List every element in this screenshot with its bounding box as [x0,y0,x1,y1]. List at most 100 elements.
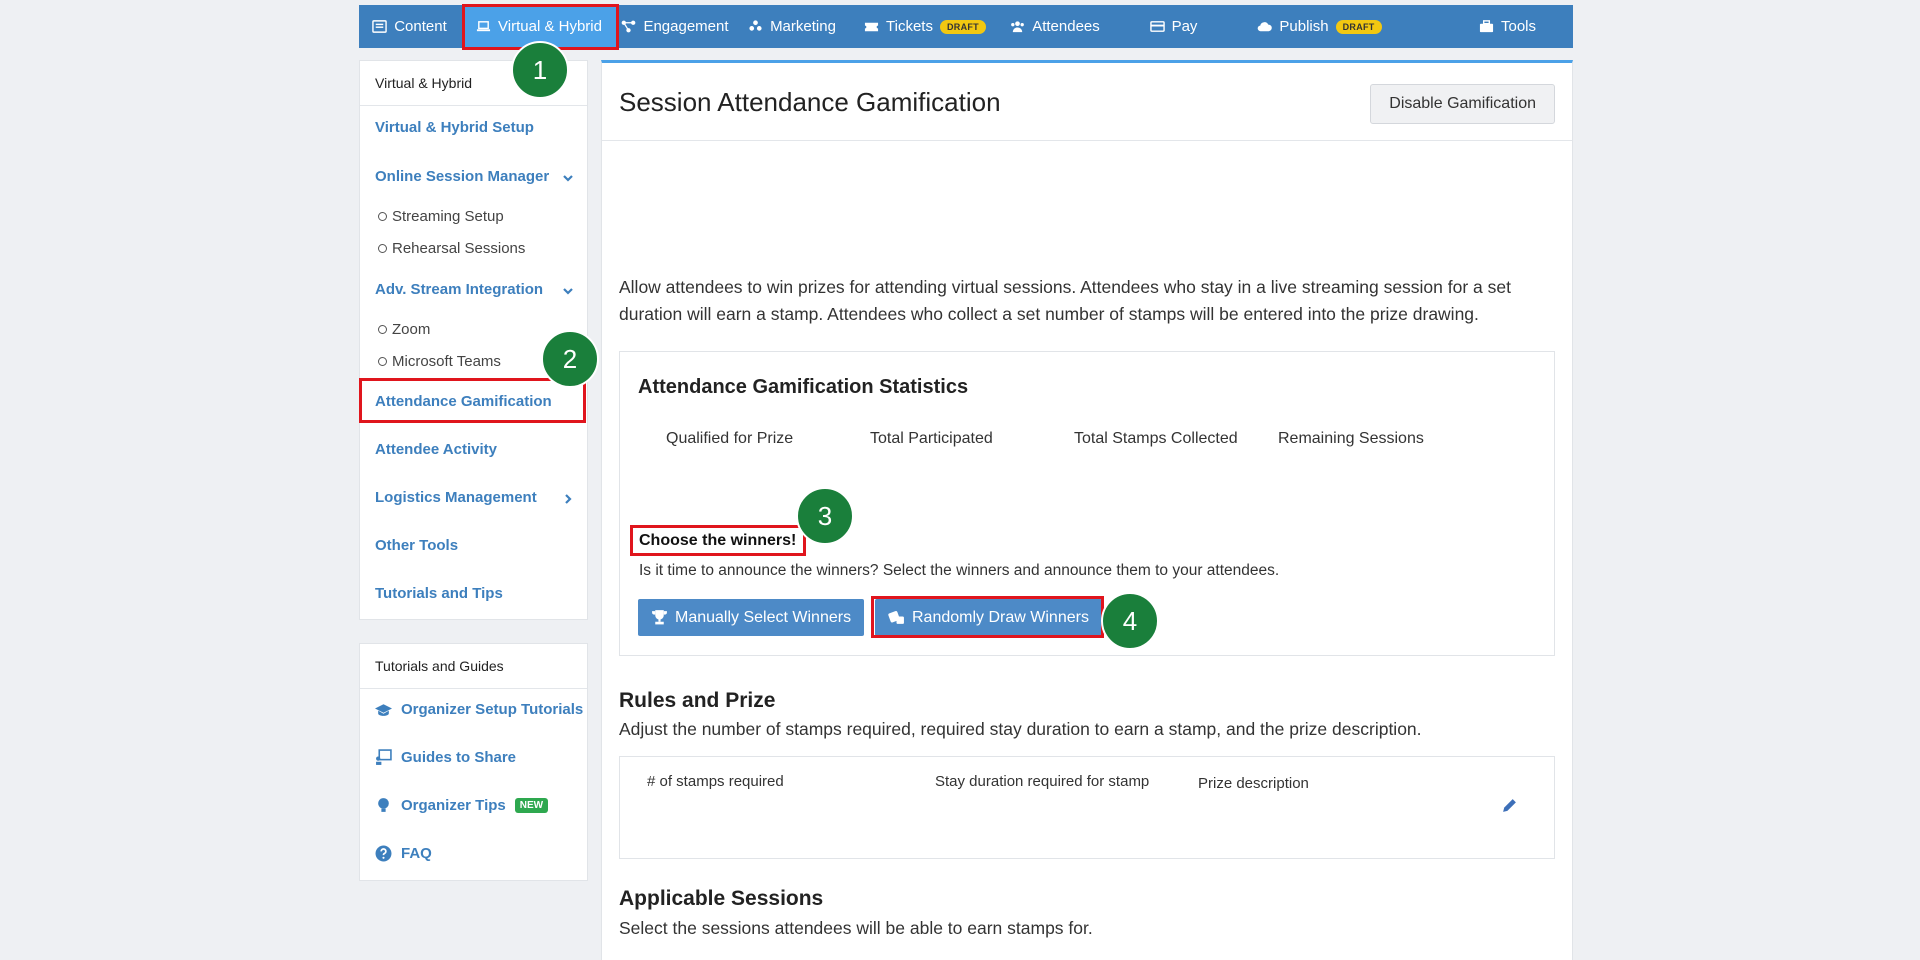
rules-col-prize: Prize description [1198,775,1309,792]
guides-panel: Tutorials and Guides Organizer Setup Tut… [359,643,588,881]
sidebar-item-tutorials-tips[interactable]: Tutorials and Tips [375,585,503,602]
sidebar-item-label: Microsoft Teams [392,353,501,370]
stat-stamps: Total Stamps Collected [1074,430,1238,447]
circle-icon [378,357,387,366]
circle-icon [378,244,387,253]
manually-select-winners-button[interactable]: Manually Select Winners [638,599,865,636]
sessions-desc: Select the sessions attendees will be ab… [619,918,1093,938]
newspaper-icon [372,20,387,33]
nav-label: Pay [1171,18,1198,35]
disable-gamification-button[interactable]: Disable Gamification [1370,84,1555,124]
nav-label: Tickets [886,18,933,35]
people-icon [749,20,762,31]
sidebar-item-streaming-setup[interactable]: Streaming Setup [378,208,504,225]
cloud-upload-icon [1258,22,1273,32]
sidebar-item-label: Rehearsal Sessions [392,240,526,257]
sidebar-item-logistics-management[interactable]: Logistics Management [375,489,580,506]
toolbox-icon [1479,20,1494,33]
nav-label: Engagement [643,18,729,35]
guide-label: Organizer Setup Tutorials [401,701,584,718]
choose-winners-title: Choose the winners! [639,532,797,549]
stats-title: Attendance Gamification Statistics [638,376,969,398]
question-circle-icon [375,845,392,862]
graduation-cap-icon [375,704,392,716]
sessions-title: Applicable Sessions [619,887,824,910]
nav-label: Publish [1279,18,1329,35]
guide-faq[interactable]: FAQ [375,845,432,862]
rules-desc: Adjust the number of stamps required, re… [619,719,1422,739]
guides-header: Tutorials and Guides [360,644,587,689]
choose-winners-desc: Is it time to announce the winners? Sele… [639,562,1280,579]
intro-text: Allow attendees to win prizes for attend… [619,277,1511,324]
step-badge-4: 4 [1101,592,1159,650]
chevron-down-icon [562,284,574,296]
new-badge: NEW [514,798,549,813]
nav-label: Content [394,18,447,35]
randomly-draw-winners-button[interactable]: Randomly Draw Winners [875,599,1102,636]
button-label: Randomly Draw Winners [912,608,1089,626]
sidebar-item-label: Online Session Manager [375,168,550,185]
step-badge-2: 2 [541,330,599,388]
circle-icon [378,212,387,221]
trophy-icon [652,610,667,625]
page-title: Session Attendance Gamification [619,87,1001,117]
stats-card: Attendance Gamification Statistics Quali… [619,351,1555,656]
guide-organizer-setup[interactable]: Organizer Setup Tutorials [375,701,583,718]
sidebar-item-attendee-activity[interactable]: Attendee Activity [375,441,497,458]
users-icon [1011,21,1025,33]
button-label: Manually Select Winners [675,608,852,626]
rules-col-stamps: # of stamps required [647,773,784,790]
rules-title: Rules and Prize [619,689,776,712]
stat-remaining: Remaining Sessions [1278,430,1424,447]
nav-tickets[interactable]: Tickets DRAFT [850,5,1000,48]
sidebar-item-microsoft-teams[interactable]: Microsoft Teams [378,353,501,370]
nav-publish[interactable]: Publish DRAFT [1237,5,1402,48]
dice-icon [888,611,904,624]
nav-label: Marketing [770,18,836,35]
stat-participated: Total Participated [870,430,993,447]
presentation-icon [376,749,392,765]
nav-content[interactable]: Content [359,5,460,48]
sidebar-item-label: Adv. Stream Integration [375,281,544,298]
circle-icon [378,325,387,334]
guide-label: Organizer Tips [401,797,506,814]
stat-qualified: Qualified for Prize [666,430,794,447]
draft-badge: DRAFT [939,19,986,34]
lightbulb-icon [378,798,389,812]
pencil-icon[interactable] [1501,797,1518,814]
nav-attendees[interactable]: Attendees [1000,5,1110,48]
nav-label: Tools [1500,18,1537,35]
guide-guides-to-share[interactable]: Guides to Share [375,749,516,766]
chevron-down-icon [562,171,574,183]
sidebar-item-label: Zoom [392,321,431,338]
sidebar-item-rehearsal-sessions[interactable]: Rehearsal Sessions [378,240,525,257]
nav-label: Attendees [1032,18,1100,35]
draft-badge: DRAFT [1335,19,1382,34]
guide-label: FAQ [401,845,432,862]
nav-label: Virtual & Hybrid [498,18,602,35]
sidebar-item-label: Logistics Management [375,489,537,506]
laptop-icon [476,21,491,32]
main-header: Session Attendance Gamification Disable … [602,63,1572,141]
rules-card: # of stamps required Stay duration requi… [619,756,1555,859]
step-badge-1: 1 [511,41,569,99]
nav-marketing[interactable]: Marketing [734,5,850,48]
step-badge-3: 3 [796,487,854,545]
ticket-icon [864,22,879,32]
sidebar-item-adv-stream-integration[interactable]: Adv. Stream Integration [375,281,580,298]
main-panel: Session Attendance Gamification Disable … [601,60,1573,960]
guide-label: Guides to Share [401,749,517,766]
nav-engagement[interactable]: Engagement [616,5,734,48]
guide-organizer-tips[interactable]: Organizer Tips NEW [375,797,549,814]
sidebar-item-attendance-gamification[interactable]: Attendance Gamification [375,393,552,410]
card-icon [1149,21,1165,32]
nav-tools[interactable]: Tools [1442,5,1573,48]
sidebar-item-setup[interactable]: Virtual & Hybrid Setup [375,119,534,136]
rules-col-duration: Stay duration required for stamp [935,773,1150,790]
sidebar-item-zoom[interactable]: Zoom [378,321,430,338]
network-icon [622,20,636,33]
nav-pay[interactable]: Pay [1110,5,1237,48]
sidebar-item-other-tools[interactable]: Other Tools [375,537,458,554]
chevron-right-icon [562,492,574,504]
sidebar-item-online-session-manager[interactable]: Online Session Manager [375,168,580,185]
